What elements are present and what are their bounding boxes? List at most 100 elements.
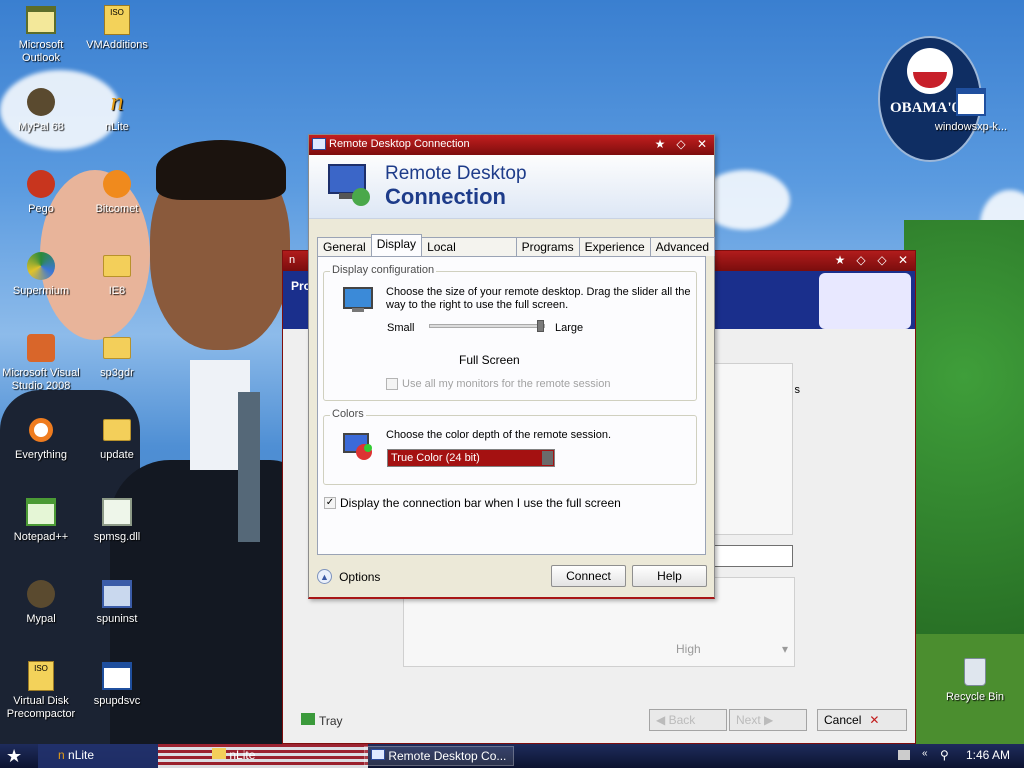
connection-bar-label: Display the connection bar when I use th… bbox=[340, 496, 621, 510]
nlite-input[interactable] bbox=[703, 545, 793, 567]
desktop-icon-notepadpp[interactable]: Notepad++ bbox=[0, 496, 82, 544]
back-icon: ◀ bbox=[656, 713, 669, 727]
desktop-icon-spupdsvc[interactable]: spupdsvc bbox=[76, 660, 158, 708]
desktop-icon-everything[interactable]: Everything bbox=[0, 414, 82, 462]
colors-group: Colors Choose the color depth of the rem… bbox=[323, 408, 697, 485]
network-icon[interactable]: ⚲ bbox=[940, 748, 949, 762]
folder-icon bbox=[103, 419, 131, 441]
rdc-app-icon bbox=[312, 138, 326, 150]
color-depth-value: True Color (24 bit) bbox=[391, 452, 480, 464]
maximize-icon[interactable]: ◇ bbox=[874, 253, 890, 267]
icon-label: sp3gdr bbox=[100, 367, 134, 379]
everything-icon bbox=[29, 418, 53, 442]
icon-label: windowsxp-k... bbox=[934, 121, 1008, 133]
keyboard-icon[interactable] bbox=[898, 750, 910, 760]
desktop-icon-sp3gdr[interactable]: sp3gdr bbox=[76, 332, 158, 380]
rdc-window[interactable]: Remote Desktop Connection ★ ◇ ✕ Remote D… bbox=[308, 134, 715, 599]
chevron-down-icon: ▾ bbox=[781, 642, 788, 656]
restore-icon[interactable]: ◇ bbox=[673, 137, 689, 151]
taskbar-item-rdc[interactable]: Remote Desktop Co... bbox=[364, 746, 514, 766]
clock[interactable]: 1:46 AM bbox=[966, 748, 1010, 762]
desktop-icon-supermium[interactable]: Supermium bbox=[0, 250, 82, 298]
options-toggle[interactable]: ▲ Options bbox=[317, 569, 380, 587]
pin-icon[interactable]: ★ bbox=[652, 137, 668, 151]
slider-thumb[interactable] bbox=[537, 320, 544, 332]
desktop-icon-update[interactable]: update bbox=[76, 414, 158, 462]
tray-button[interactable]: Tray bbox=[301, 713, 343, 728]
rdc-app-icon bbox=[371, 749, 385, 760]
color-depth-select[interactable]: True Color (24 bit) bbox=[387, 449, 555, 467]
display-size-slider[interactable] bbox=[429, 324, 545, 328]
close-icon[interactable]: ✕ bbox=[694, 137, 710, 151]
desktop-icon-spmsg[interactable]: spmsg.dll bbox=[76, 496, 158, 544]
icon-label: update bbox=[100, 449, 134, 461]
desktop-icon-mypal68[interactable]: MyPal 68 bbox=[0, 86, 82, 134]
desktop-icon-recycle-bin[interactable]: Recycle Bin bbox=[934, 656, 1016, 704]
tab-general[interactable]: General bbox=[317, 237, 372, 256]
close-icon[interactable]: ✕ bbox=[895, 253, 911, 267]
start-button[interactable]: ★ bbox=[6, 746, 26, 766]
help-button[interactable]: Help bbox=[632, 565, 707, 587]
mypal-icon bbox=[27, 580, 55, 608]
connection-bar-checkbox[interactable]: ✓ bbox=[324, 497, 336, 509]
priority-dropdown[interactable]: High ▾ bbox=[674, 640, 792, 660]
desktop-icon-windowsxp-update[interactable]: windowsxp-k... bbox=[930, 86, 1012, 134]
desktop-icon-virtual-disk-precompactor[interactable]: ISO Virtual Disk Precompactor bbox=[0, 660, 82, 721]
icon-label: Notepad++ bbox=[13, 531, 69, 543]
use-all-monitors-checkbox[interactable] bbox=[386, 378, 398, 390]
tab-local-resources[interactable]: Local Resources bbox=[421, 237, 517, 268]
rdc-titlebar[interactable]: Remote Desktop Connection ★ ◇ ✕ bbox=[309, 135, 714, 155]
icon-label: VMAdditions bbox=[86, 39, 148, 51]
tab-display[interactable]: Display bbox=[370, 234, 423, 256]
pin-icon[interactable]: ★ bbox=[832, 253, 848, 267]
desktop-icon-outlook[interactable]: Microsoft Outlook bbox=[0, 4, 82, 65]
desktop-icon-bitcomet[interactable]: Bitcomet bbox=[76, 168, 158, 216]
minimize-icon[interactable]: ◇ bbox=[853, 253, 869, 267]
back-button[interactable]: ◀ Back bbox=[649, 709, 727, 731]
desktop-icon-spuninst[interactable]: spuninst bbox=[76, 578, 158, 626]
desktop-icon-vmadditions[interactable]: ISO VMAdditions bbox=[76, 4, 158, 52]
desktop-icon-ie8[interactable]: IE8 bbox=[76, 250, 158, 298]
display-config-label: Display configuration bbox=[330, 264, 437, 276]
desktop-icon-nlite[interactable]: n nLite bbox=[76, 86, 158, 134]
taskbar: ★ n nLite nLite Remote Desktop Co... « ⚲… bbox=[0, 744, 1024, 768]
banner-line1: Remote Desktop bbox=[385, 163, 527, 184]
nlite-icon: n bbox=[58, 748, 65, 762]
installer-icon bbox=[102, 580, 132, 608]
nlite-row-text: s bbox=[794, 384, 801, 396]
icon-label: spuninst bbox=[96, 613, 138, 625]
desktop-icon-mypal[interactable]: Mypal bbox=[0, 578, 82, 626]
display-description: Choose the size of your remote desktop. … bbox=[386, 286, 691, 311]
color-palette-icon bbox=[343, 433, 372, 460]
options-label: Options bbox=[339, 569, 381, 584]
folder-icon bbox=[212, 748, 226, 759]
tab-programs[interactable]: Programs bbox=[515, 237, 580, 256]
pego-icon bbox=[27, 170, 55, 198]
icon-label: Bitcomet bbox=[95, 203, 139, 215]
tab-advanced[interactable]: Advanced bbox=[649, 237, 715, 256]
cancel-button[interactable]: Cancel ✕ bbox=[817, 709, 907, 731]
display-size-value: Full Screen bbox=[459, 353, 520, 367]
icon-label: MyPal 68 bbox=[18, 121, 64, 133]
tray-arrow-icon[interactable]: « bbox=[922, 748, 928, 759]
rdc-title: Remote Desktop Connection bbox=[329, 138, 470, 150]
banner-line2: Connection bbox=[385, 184, 506, 209]
folder-icon bbox=[103, 337, 131, 359]
icon-label: Everything bbox=[15, 449, 67, 461]
use-all-monitors-label: Use all my monitors for the remote sessi… bbox=[402, 378, 611, 390]
slider-large-label: Large bbox=[555, 322, 584, 334]
window-icon bbox=[102, 662, 132, 690]
rdc-tabs: General Display Local Resources Programs… bbox=[317, 234, 715, 268]
tab-experience[interactable]: Experience bbox=[578, 237, 651, 256]
colors-description: Choose the color depth of the remote ses… bbox=[386, 429, 612, 441]
colors-label: Colors bbox=[330, 408, 366, 420]
outlook-icon bbox=[26, 6, 56, 34]
desktop-icon-pego[interactable]: Pego bbox=[0, 168, 82, 216]
connect-button[interactable]: Connect bbox=[551, 565, 626, 587]
taskbar-item-nlite-folder[interactable]: nLite bbox=[206, 746, 261, 766]
desktop-icon-visual-studio[interactable]: Microsoft Visual Studio 2008 bbox=[0, 332, 82, 393]
next-button[interactable]: Next ▶ bbox=[729, 709, 807, 731]
taskbar-item-nlite[interactable]: n nLite bbox=[52, 746, 100, 766]
notepadpp-icon bbox=[26, 498, 56, 526]
visual-studio-icon bbox=[27, 334, 55, 362]
